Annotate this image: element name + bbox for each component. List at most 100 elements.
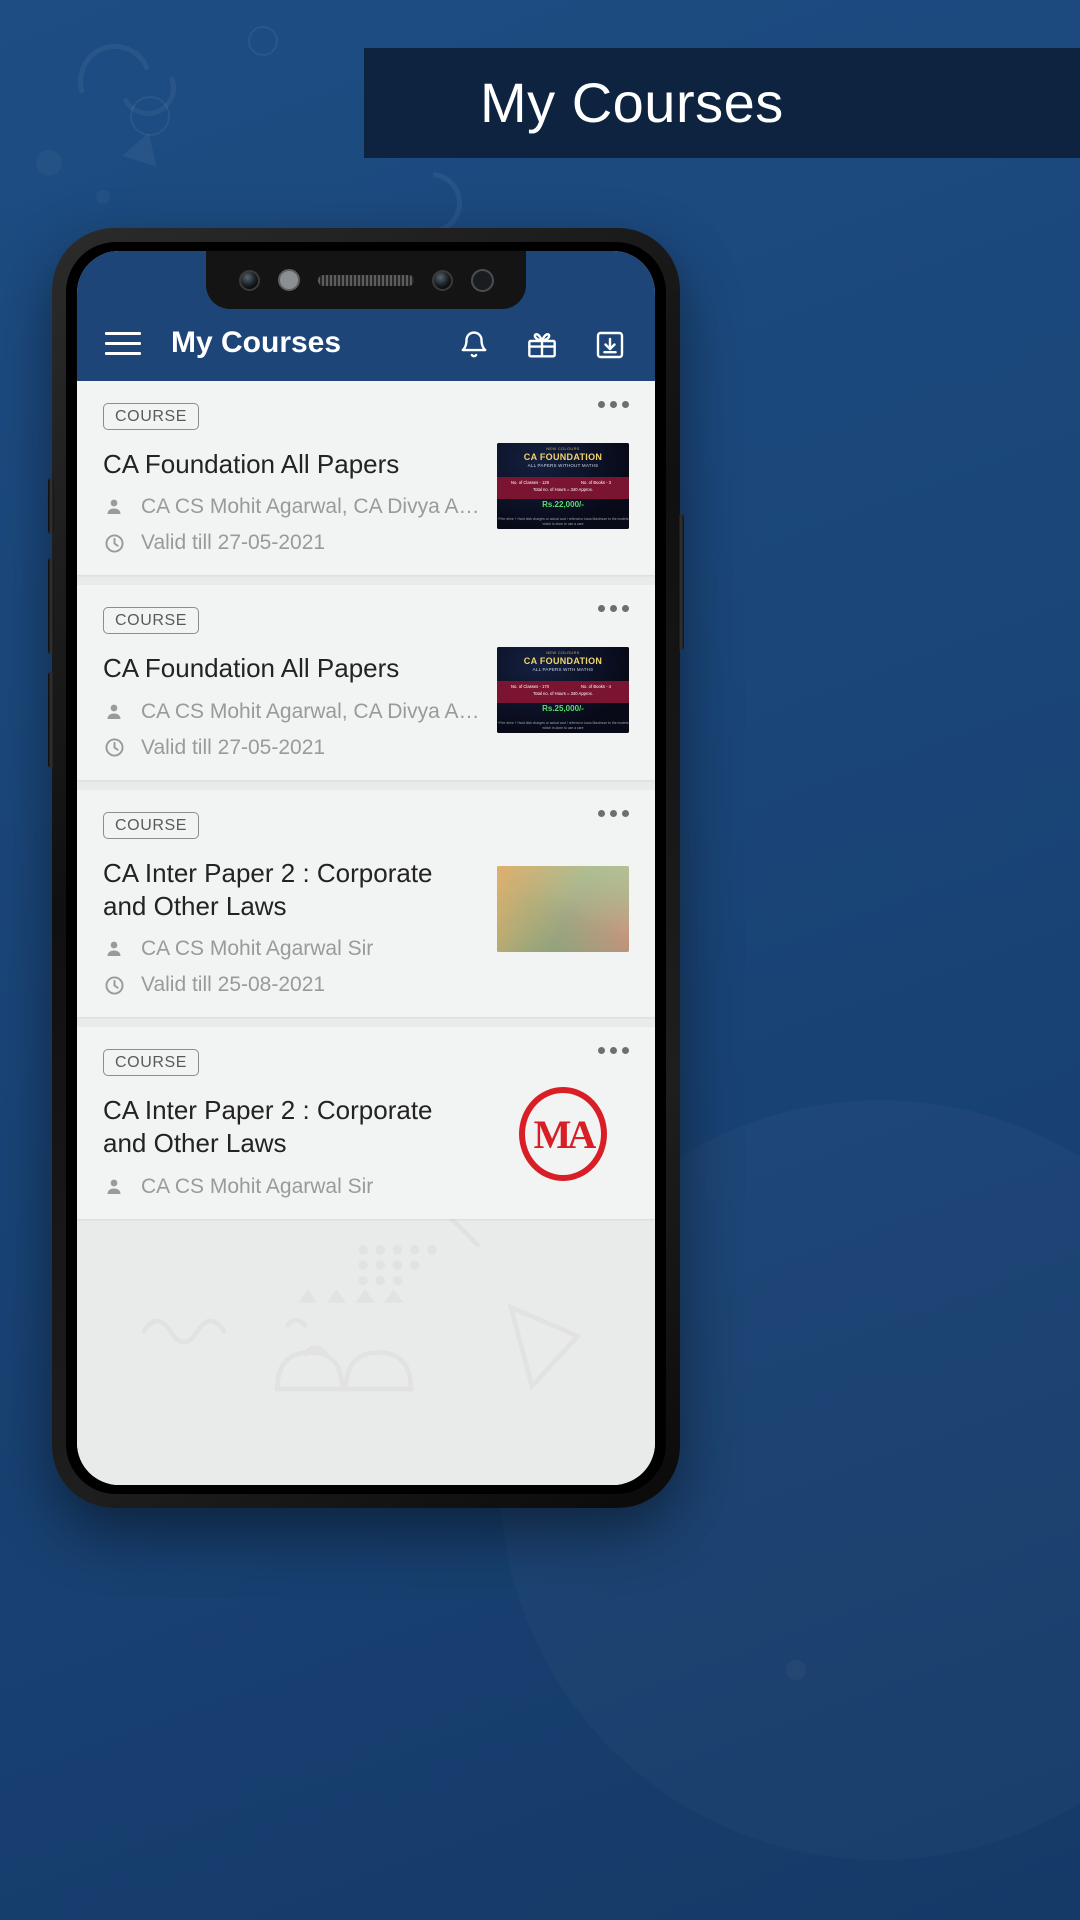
- gift-icon[interactable]: [523, 325, 561, 365]
- course-card[interactable]: COURSE CA Foundation All Papers CA CS Mo…: [77, 585, 655, 780]
- decorative-dot-1: [36, 150, 62, 176]
- poster-footnote: +Fee drive + Hard disk charges or actual…: [497, 516, 629, 526]
- course-card-content: COURSE CA Inter Paper 2 : Corporate and …: [103, 811, 483, 998]
- course-validity: Valid till 25-08-2021: [141, 973, 326, 997]
- more-options-icon[interactable]: [598, 605, 629, 613]
- phone-screen: My Courses COURSE CA Foundation All Pape…: [77, 251, 655, 1485]
- poster-heading: NEW COLOURS CA FOUNDATION ALL PAPERS WIT…: [497, 650, 629, 672]
- front-camera-secondary-icon: [431, 269, 453, 291]
- phone-mockup: My Courses COURSE CA Foundation All Pape…: [48, 228, 684, 1508]
- status-badge: COURSE: [103, 1049, 200, 1077]
- course-card[interactable]: COURSE CA Inter Paper 2 : Corporate and …: [77, 789, 655, 1018]
- course-instructor-row: CA CS Mohit Agarwal Sir: [103, 1175, 483, 1199]
- poster-title: CA FOUNDATION: [523, 452, 603, 462]
- course-thumbnail: NEW COLOURS CA FOUNDATION ALL PAPERS WIT…: [497, 443, 629, 529]
- promo-banner: My Courses: [364, 48, 1080, 158]
- course-card-aside: NEW COLOURS CA FOUNDATION ALL PAPERS WIT…: [497, 605, 629, 759]
- poster-footnote: +Fee drive + Hard disk charges or actual…: [497, 721, 629, 731]
- poster-kicker: NEW COLOURS: [546, 446, 580, 451]
- brand-logo-text: MA: [533, 1111, 597, 1157]
- status-badge: COURSE: [103, 607, 200, 635]
- clock-icon: [103, 974, 125, 996]
- proximity-sensor-icon: [277, 269, 300, 291]
- course-thumbnail-abstract: [497, 865, 629, 952]
- app-bar-actions: [455, 325, 637, 365]
- hamburger-menu-icon[interactable]: [101, 321, 145, 365]
- notifications-icon[interactable]: [455, 325, 493, 365]
- course-card-content: COURSE CA Foundation All Papers CA CS Mo…: [103, 403, 483, 555]
- course-thumbnail: NEW COLOURS CA FOUNDATION ALL PAPERS WIT…: [497, 647, 629, 734]
- app-bar-title: My Courses: [171, 326, 342, 359]
- downloads-icon[interactable]: [591, 325, 629, 365]
- phone-button-left-1: [48, 478, 54, 534]
- clock-icon: [103, 737, 125, 759]
- person-icon: [103, 496, 125, 518]
- course-instructor-row: CA CS Mohit Agarwal Sir: [103, 937, 483, 961]
- poster-price: Rs.22,000/-: [542, 500, 584, 509]
- course-poster: NEW COLOURS CA FOUNDATION ALL PAPERS WIT…: [497, 443, 629, 529]
- poster-stat-left: No. of Classes - 129: [511, 480, 549, 485]
- phone-notch: [206, 251, 526, 309]
- poster-stats-band: No. of Classes - 170 No. of Books - 4 To…: [497, 681, 629, 704]
- poster-stat-right: No. of Books - 3: [580, 480, 612, 485]
- course-validity: Valid till 27-05-2021: [141, 735, 326, 759]
- course-validity-row: Valid till 25-08-2021: [103, 973, 483, 997]
- person-icon: [103, 938, 125, 960]
- light-sensor-icon: [470, 268, 494, 292]
- poster-kicker: NEW COLOURS: [546, 650, 580, 656]
- course-card-aside: MA: [497, 1047, 629, 1199]
- poster-subtitle: ALL PAPERS WITHOUT MATHS: [527, 463, 599, 468]
- poster-stat-right: No. of Books - 4: [580, 684, 612, 690]
- course-card-aside: [497, 809, 629, 998]
- course-title: CA Inter Paper 2 : Corporate and Other L…: [103, 857, 433, 921]
- poster-stats-band: No. of Classes - 129 No. of Books - 3 To…: [497, 477, 629, 499]
- course-poster: NEW COLOURS CA FOUNDATION ALL PAPERS WIT…: [497, 647, 629, 734]
- more-options-icon[interactable]: [598, 1047, 629, 1055]
- status-badge: COURSE: [103, 403, 200, 430]
- course-validity-row: Valid till 27-05-2021: [103, 736, 483, 760]
- course-thumbnail: MA: [497, 1079, 629, 1189]
- phone-bezel: My Courses COURSE CA Foundation All Pape…: [66, 242, 666, 1494]
- poster-heading: NEW COLOURS CA FOUNDATION ALL PAPERS WIT…: [497, 446, 629, 468]
- more-options-icon[interactable]: [598, 401, 629, 408]
- course-validity-row: Valid till 27-05-2021: [103, 531, 483, 555]
- front-camera-icon: [238, 269, 260, 291]
- course-card-content: COURSE CA Foundation All Papers CA CS Mo…: [103, 607, 483, 759]
- poster-title: CA FOUNDATION: [523, 656, 603, 667]
- poster-subtitle: ALL PAPERS WITH MATHS: [532, 667, 594, 673]
- decorative-dot-3: [786, 1660, 806, 1680]
- course-card[interactable]: COURSE CA Foundation All Papers CA CS Mo…: [77, 381, 655, 576]
- phone-button-right-1: [678, 514, 684, 650]
- course-card-content: COURSE CA Inter Paper 2 : Corporate and …: [103, 1049, 483, 1199]
- course-instructor: CA CS Mohit Agarwal Sir: [141, 1174, 374, 1198]
- person-icon: [103, 701, 125, 723]
- status-badge: COURSE: [103, 811, 200, 839]
- course-list[interactable]: COURSE CA Foundation All Papers CA CS Mo…: [77, 381, 655, 1485]
- phone-button-left-3: [48, 672, 54, 768]
- person-icon: [103, 1176, 125, 1198]
- course-instructor-row: CA CS Mohit Agarwal, CA Divya Agarwal...: [103, 495, 483, 519]
- course-title: CA Foundation All Papers: [103, 653, 400, 684]
- poster-stat-left: No. of Classes - 170: [511, 684, 549, 690]
- course-thumbnail: [497, 865, 629, 952]
- clock-icon: [103, 532, 125, 554]
- course-instructor: CA CS Mohit Agarwal Sir: [141, 937, 374, 961]
- poster-stat-bottom: Total no. of Hours = 340 Approx.: [533, 487, 593, 492]
- decorative-ring-2: [248, 26, 278, 56]
- more-options-icon[interactable]: [598, 809, 629, 817]
- decorative-dot-2: [96, 190, 110, 204]
- brand-logo-icon: MA: [519, 1087, 607, 1182]
- course-instructor: CA CS Mohit Agarwal, CA Divya Agarwal...: [141, 495, 483, 519]
- poster-price: Rs.25,000/-: [542, 704, 584, 714]
- course-validity: Valid till 27-05-2021: [141, 531, 326, 555]
- course-title: CA Foundation All Papers: [103, 449, 400, 479]
- promo-banner-title: My Courses: [480, 71, 784, 134]
- earpiece-speaker-icon: [317, 274, 414, 286]
- phone-button-left-2: [48, 558, 54, 654]
- course-card-aside: NEW COLOURS CA FOUNDATION ALL PAPERS WIT…: [497, 401, 629, 555]
- course-card[interactable]: COURSE CA Inter Paper 2 : Corporate and …: [77, 1027, 655, 1219]
- course-instructor-row: CA CS Mohit Agarwal, CA Divya Agarwal...: [103, 700, 483, 724]
- poster-stat-bottom: Total no. of Hours = 340 Approx.: [533, 691, 593, 697]
- course-title: CA Inter Paper 2 : Corporate and Other L…: [103, 1095, 433, 1159]
- course-instructor: CA CS Mohit Agarwal, CA Divya Agarwal...: [141, 699, 483, 723]
